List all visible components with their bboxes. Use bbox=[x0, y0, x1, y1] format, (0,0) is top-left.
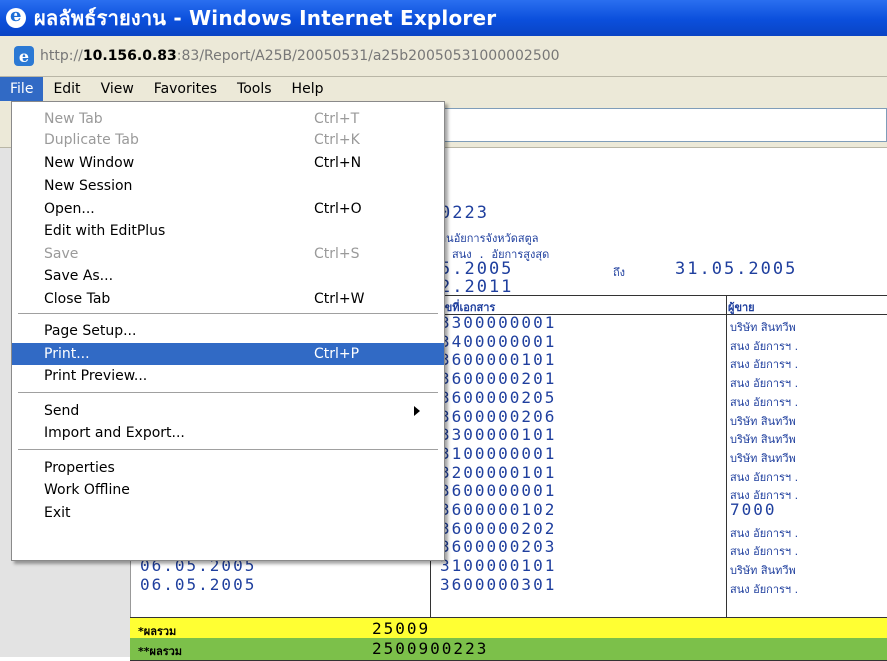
report-print-date: 2.2011 bbox=[440, 277, 514, 297]
table-row: 06.05.2005 3600000301 สนง อัยการฯ . bbox=[130, 574, 887, 596]
row-seller: 7000 bbox=[730, 500, 777, 519]
menu-file[interactable]: File bbox=[0, 77, 44, 101]
file-menu-dropdown: New Tab Ctrl+T Duplicate Tab Ctrl+K New Wind… bbox=[11, 101, 445, 561]
toolbar-field[interactable] bbox=[440, 108, 887, 142]
menu-item-label: Duplicate Tab bbox=[44, 132, 139, 148]
row-doc-number: 3100000101 bbox=[440, 556, 557, 576]
menu-item-label: Exit bbox=[44, 505, 71, 521]
window-title: ผลลัพธ์รายงาน - Windows Internet Explore… bbox=[34, 6, 497, 30]
menu-item-label: Print... bbox=[44, 346, 90, 362]
total-value: 2500900223 bbox=[372, 639, 489, 658]
subtotal-value: 25009 bbox=[372, 619, 431, 638]
row-doc-number: 3600000201 bbox=[440, 369, 557, 389]
menu-tools[interactable]: Tools bbox=[227, 77, 282, 101]
row-date: 06.05.2005 bbox=[140, 574, 257, 594]
row-doc-number: 3600000001 bbox=[440, 481, 557, 501]
menu-item-save-as[interactable]: Save As... bbox=[12, 265, 444, 287]
menu-item-print-preview[interactable]: Print Preview... bbox=[12, 365, 444, 387]
row-seller: สนง อัยการฯ . bbox=[730, 582, 799, 596]
menu-help[interactable]: Help bbox=[282, 77, 334, 101]
subtotal-row: *ผลรวม 25009 bbox=[130, 617, 887, 640]
row-doc-number: 3600000301 bbox=[440, 574, 557, 594]
menu-edit[interactable]: Edit bbox=[43, 77, 90, 101]
menu-item-import-export[interactable]: Import and Export... bbox=[12, 422, 444, 444]
menu-separator bbox=[18, 449, 438, 450]
menu-item-label: New Session bbox=[44, 178, 133, 194]
menu-separator bbox=[18, 392, 438, 393]
address-url[interactable]: http://10.156.0.83:83/Report/A25B/200505… bbox=[40, 48, 560, 64]
menu-item-label: New Tab bbox=[44, 111, 103, 127]
menu-item-shortcut: Ctrl+W bbox=[314, 291, 365, 307]
menu-item-send[interactable]: Send bbox=[12, 400, 444, 422]
ie-logo-icon bbox=[6, 5, 26, 28]
report-date-to-label: ถึง bbox=[613, 266, 626, 279]
menu-item-label: Save As... bbox=[44, 268, 114, 284]
menu-item-shortcut: Ctrl+N bbox=[314, 155, 362, 171]
menu-item-label: Work Offline bbox=[44, 482, 130, 498]
row-doc-number: 3100000001 bbox=[440, 443, 557, 463]
row-doc-number: 3400000001 bbox=[440, 331, 557, 351]
menu-item-duplicate-tab: Duplicate Tab Ctrl+K bbox=[12, 129, 444, 151]
menu-item-shortcut: Ctrl+O bbox=[314, 201, 362, 217]
menu-item-new-session[interactable]: New Session bbox=[12, 175, 444, 197]
total-label: **ผลรวม bbox=[138, 645, 183, 658]
menu-item-label: Send bbox=[44, 403, 80, 419]
menu-item-shortcut: Ctrl+T bbox=[314, 111, 360, 127]
url-host: 10.156.0.83 bbox=[82, 48, 177, 64]
submenu-arrow-icon bbox=[414, 406, 420, 416]
menu-separator bbox=[18, 313, 438, 314]
menu-item-label: Page Setup... bbox=[44, 323, 137, 339]
menu-item-open[interactable]: Open... Ctrl+O bbox=[12, 198, 444, 220]
menu-item-label: Open... bbox=[44, 201, 95, 217]
report-code: 0223 bbox=[440, 203, 489, 223]
row-doc-number: 3200000101 bbox=[440, 462, 557, 482]
menu-item-shortcut: Ctrl+K bbox=[314, 132, 360, 148]
menu-item-label: Print Preview... bbox=[44, 368, 148, 384]
url-prefix: http:// bbox=[40, 48, 83, 64]
menu-item-close-tab[interactable]: Close Tab Ctrl+W bbox=[12, 288, 444, 310]
report-date-to: 31.05.2005 bbox=[675, 259, 798, 279]
menu-item-shortcut: Ctrl+P bbox=[314, 346, 360, 362]
menu-view[interactable]: View bbox=[91, 77, 144, 101]
menu-bar: File Edit View Favorites Tools Help bbox=[0, 77, 887, 102]
menu-item-new-window[interactable]: New Window Ctrl+N bbox=[12, 152, 444, 174]
menu-favorites[interactable]: Favorites bbox=[144, 77, 227, 101]
menu-item-edit-with-editplus[interactable]: Edit with EditPlus bbox=[12, 220, 444, 242]
menu-item-exit[interactable]: Exit bbox=[12, 502, 444, 524]
page-icon: e bbox=[14, 46, 34, 66]
menu-item-label: Save bbox=[44, 246, 79, 262]
menu-item-label: Properties bbox=[44, 460, 115, 476]
row-doc-number: 3600000102 bbox=[440, 500, 557, 519]
row-doc-number: 3300000101 bbox=[440, 425, 557, 445]
menu-item-page-setup[interactable]: Page Setup... bbox=[12, 320, 444, 342]
row-doc-number: 3600000206 bbox=[440, 406, 557, 426]
menu-item-label: New Window bbox=[44, 155, 135, 171]
row-doc-number: 3600000203 bbox=[440, 537, 557, 557]
row-doc-number: 3600000101 bbox=[440, 350, 557, 370]
total-row: **ผลรวม 2500900223 bbox=[130, 638, 887, 661]
menu-item-label: Close Tab bbox=[44, 291, 111, 307]
url-path: :83/Report/A25B/20050531/a25b20050531000… bbox=[176, 48, 560, 64]
menu-item-shortcut: Ctrl+S bbox=[314, 246, 360, 262]
row-doc-number: 3300000001 bbox=[440, 313, 557, 332]
menu-item-label: Import and Export... bbox=[44, 425, 185, 441]
menu-item-work-offline[interactable]: Work Offline bbox=[12, 479, 444, 501]
row-doc-number: 3600000205 bbox=[440, 387, 557, 407]
menu-item-properties[interactable]: Properties bbox=[12, 457, 444, 479]
row-doc-number: 3600000202 bbox=[440, 518, 557, 538]
menu-item-label: Edit with EditPlus bbox=[44, 223, 166, 239]
address-bar[interactable]: e http://10.156.0.83:83/Report/A25B/2005… bbox=[0, 36, 887, 77]
report-date-from: 5.2005 bbox=[440, 259, 514, 279]
window-titlebar: ผลลัพธ์รายงาน - Windows Internet Explore… bbox=[0, 0, 887, 36]
menu-item-save: Save Ctrl+S bbox=[12, 243, 444, 265]
menu-item-print[interactable]: Print... Ctrl+P bbox=[12, 343, 444, 365]
menu-item-new-tab: New Tab Ctrl+T bbox=[12, 108, 444, 130]
